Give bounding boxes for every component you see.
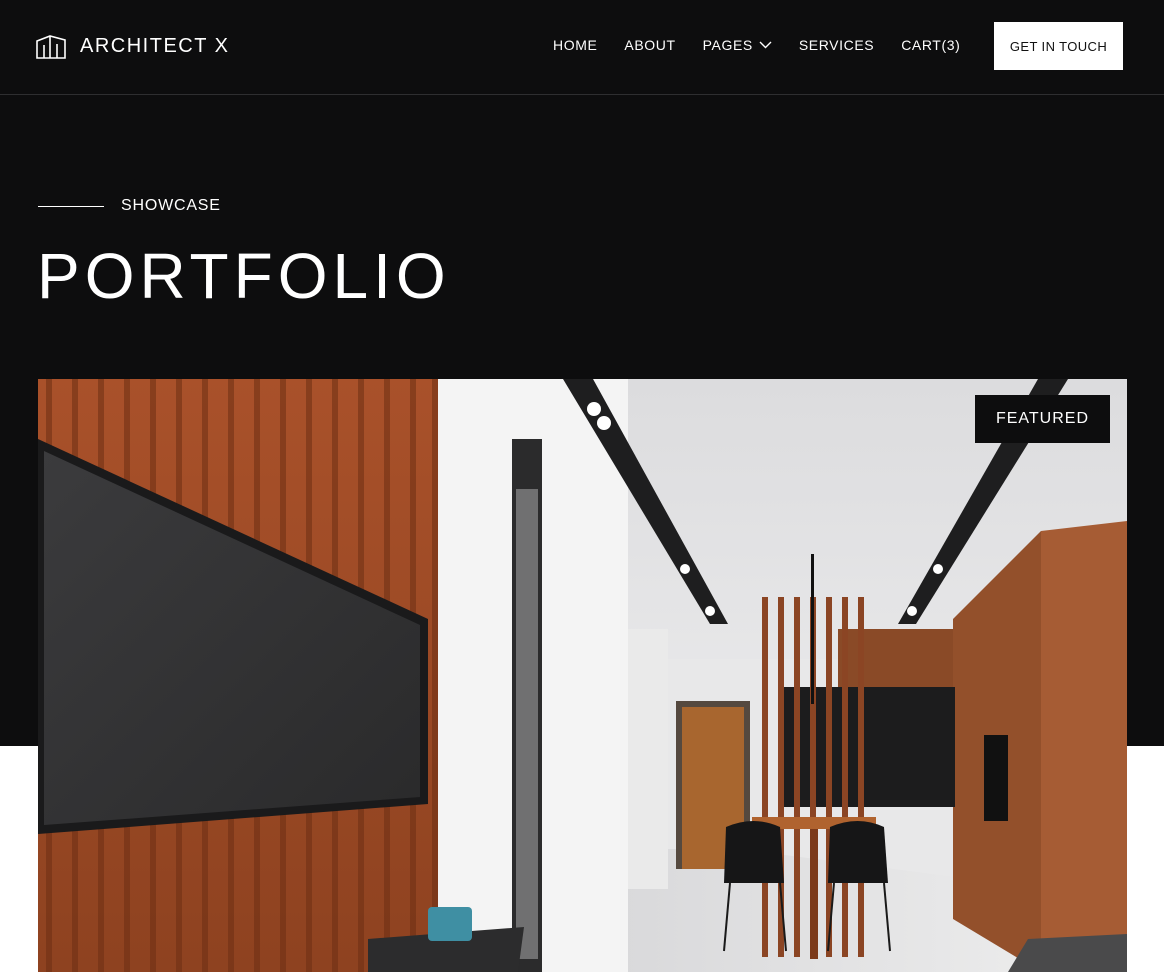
page-title: PORTFOLIO xyxy=(37,240,451,312)
featured-badge: FEATURED xyxy=(975,395,1110,443)
site-header: ARCHITECT X HOME ABOUT PAGES SERVICES CA… xyxy=(0,0,1164,95)
nav-pages[interactable]: PAGES xyxy=(703,37,772,53)
get-in-touch-button[interactable]: GET IN TOUCH xyxy=(994,22,1123,70)
interior-photo xyxy=(38,379,1127,972)
nav-home[interactable]: HOME xyxy=(553,37,597,53)
brand-logo[interactable]: ARCHITECT X xyxy=(36,33,229,59)
featured-project-image[interactable] xyxy=(38,379,1127,972)
nav-cart[interactable]: CART(3) xyxy=(901,37,960,53)
nav-services[interactable]: SERVICES xyxy=(799,37,874,53)
main-nav: HOME ABOUT PAGES SERVICES CART(3) xyxy=(553,37,987,53)
section-eyebrow: SHOWCASE xyxy=(38,197,221,215)
building-icon xyxy=(36,35,66,59)
eyebrow-label: SHOWCASE xyxy=(121,197,221,214)
eyebrow-line xyxy=(38,205,104,207)
chevron-down-icon xyxy=(759,41,772,48)
nav-about[interactable]: ABOUT xyxy=(624,37,675,53)
brand-name: ARCHITECT X xyxy=(80,34,230,57)
